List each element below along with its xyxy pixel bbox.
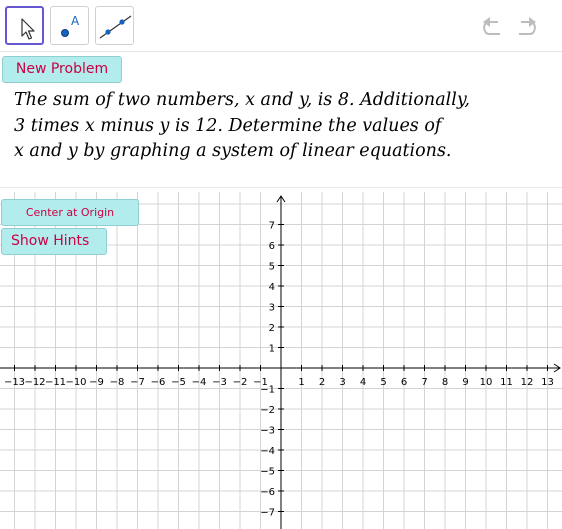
point-tool-button[interactable]: A <box>50 6 89 45</box>
divider <box>0 187 562 188</box>
point-icon-label: A <box>71 14 80 28</box>
toolbar: A <box>0 0 562 52</box>
x-tick-label: 1 <box>298 377 304 388</box>
y-tick-label: 3 <box>269 303 275 314</box>
show-hints-button[interactable]: Show Hints <box>1 228 107 255</box>
x-tick-label: 11 <box>500 377 513 388</box>
x-tick-label: 5 <box>380 377 386 388</box>
x-tick-label: 6 <box>401 377 407 388</box>
y-tick-label: 4 <box>269 282 275 293</box>
move-tool-button[interactable] <box>5 6 44 45</box>
x-tick-label: 10 <box>480 377 493 388</box>
x-tick-label: −12 <box>24 377 45 388</box>
y-tick-label: −5 <box>260 467 275 478</box>
problem-line-2: 3 times x minus y is 12. Determine the v… <box>14 115 442 136</box>
x-tick-label: −5 <box>171 377 186 388</box>
arrow-cursor-icon <box>21 18 35 40</box>
y-tick-label: −1 <box>260 385 275 396</box>
problem-statement: The sum of two numbers, x and y, is 8. A… <box>14 88 560 165</box>
redo-icon[interactable] <box>513 14 541 40</box>
x-tick-label: −2 <box>233 377 248 388</box>
y-tick-label: 1 <box>269 344 275 355</box>
undo-icon[interactable] <box>478 14 506 40</box>
x-tick-label: 12 <box>521 377 534 388</box>
x-tick-label: −3 <box>212 377 227 388</box>
line-tool-button[interactable] <box>95 6 134 45</box>
x-tick-label: −13 <box>4 377 25 388</box>
y-tick-label: −4 <box>260 446 275 457</box>
y-tick-label: 5 <box>269 262 275 273</box>
problem-line-1: The sum of two numbers, x and y, is 8. A… <box>14 90 470 110</box>
y-tick-label: −2 <box>260 405 275 416</box>
x-tick-label: 3 <box>339 377 345 388</box>
x-tick-label: −9 <box>89 377 104 388</box>
x-tick-label: 2 <box>319 377 325 388</box>
center-at-origin-button[interactable]: Center at Origin <box>1 199 139 226</box>
y-tick-label: −3 <box>260 426 275 437</box>
x-tick-label: −11 <box>45 377 66 388</box>
y-tick-label: 7 <box>269 221 275 232</box>
y-tick-label: 2 <box>269 323 275 334</box>
x-tick-label: 13 <box>541 377 554 388</box>
x-tick-label: −7 <box>130 377 145 388</box>
y-tick-label: 6 <box>269 241 275 252</box>
y-tick-label: −6 <box>260 487 275 498</box>
point-icon: A <box>61 14 80 37</box>
x-tick-label: −8 <box>110 377 125 388</box>
x-tick-label: 4 <box>360 377 366 388</box>
x-tick-label: −4 <box>192 377 207 388</box>
x-tick-label: 7 <box>421 377 427 388</box>
problem-line-3: x and y by graphing a system of linear e… <box>14 141 452 161</box>
y-tick-label: −7 <box>260 508 275 519</box>
x-tick-label: −10 <box>65 377 86 388</box>
x-tick-label: −6 <box>151 377 166 388</box>
new-problem-button[interactable]: New Problem <box>2 56 122 83</box>
x-tick-label: 8 <box>442 377 448 388</box>
line-icon <box>99 15 132 39</box>
x-tick-label: 9 <box>462 377 468 388</box>
